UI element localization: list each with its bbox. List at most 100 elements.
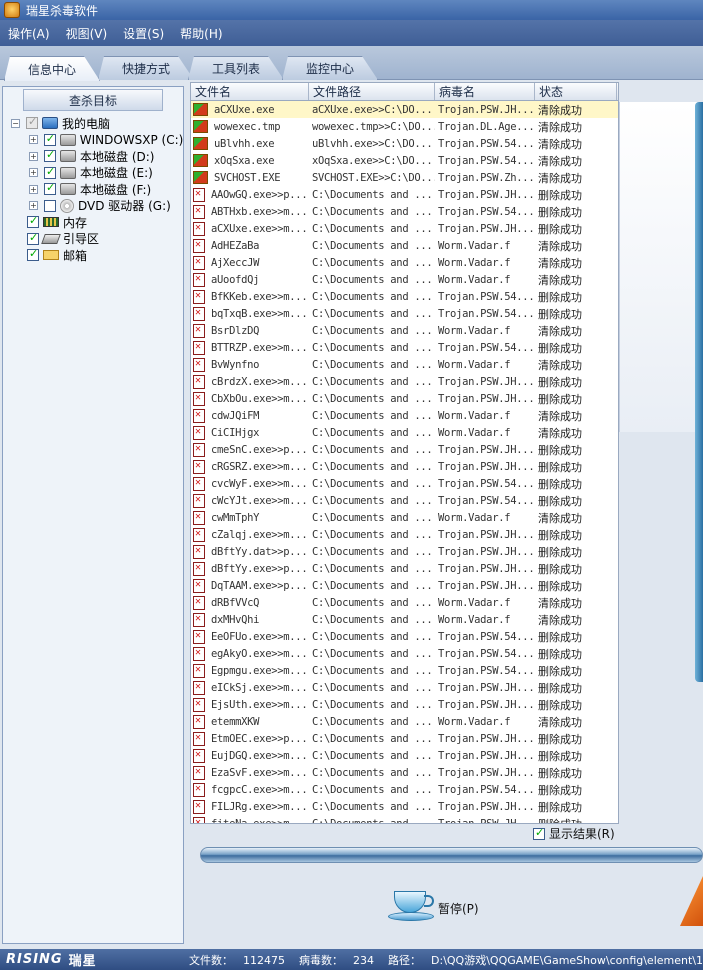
table-row[interactable]: AAOwGQ.exe>>p...C:\Documents and ... Troj… xyxy=(191,186,618,203)
status-cell: 删除成功 xyxy=(538,749,582,763)
tree-item[interactable]: 内存 xyxy=(3,214,183,231)
table-row[interactable]: BvWynfnoC:\Documents and ... Worm.Vadar.f… xyxy=(191,356,618,373)
tree-item[interactable]: + 本地磁盘 (D:) xyxy=(3,148,183,165)
table-row[interactable]: fcgpcC.exe>>m...C:\Documents and ... Troj… xyxy=(191,781,618,798)
table-row[interactable]: FILJRg.exe>>m...C:\Documents and ... Troj… xyxy=(191,798,618,815)
table-row[interactable]: aCXUxe.exe aCXUxe.exe>>C:\DO... Trojan.PSW… xyxy=(191,101,618,118)
dvd-icon xyxy=(60,198,74,213)
menu-help[interactable]: 帮助(H) xyxy=(180,25,222,42)
virus-name-cell: Worm.Vadar.f xyxy=(438,596,511,609)
column-status[interactable]: 状态 xyxy=(535,83,617,100)
table-row[interactable]: cBrdzX.exe>>m...C:\Documents and ... Troj… xyxy=(191,373,618,390)
tree-checkbox[interactable] xyxy=(27,247,39,262)
table-row[interactable]: dRBfVVcQC:\Documents and ... Worm.Vadar.f… xyxy=(191,594,618,611)
expand-icon[interactable]: + xyxy=(29,151,38,161)
table-row[interactable]: aUoofdQjC:\Documents and ... Worm.Vadar.f… xyxy=(191,271,618,288)
file-name-cell: aCXUxe.exe>>m... xyxy=(191,221,309,236)
table-row[interactable]: BTTRZP.exe>>m...C:\Documents and ... Troj… xyxy=(191,339,618,356)
tree-item-label: 邮箱 xyxy=(63,248,88,263)
column-file-name[interactable]: 文件名 xyxy=(191,83,309,100)
tree-item[interactable]: + WINDOWSXP (C:) xyxy=(3,132,183,149)
deleted-file-icon xyxy=(193,238,205,253)
table-row[interactable]: EzaSvF.exe>>m...C:\Documents and ... Troj… xyxy=(191,764,618,781)
table-row[interactable]: cZalqj.exe>>m...C:\Documents and ... Troj… xyxy=(191,526,618,543)
table-row[interactable]: uBlvhh.exe uBlvhh.exe>>C:\DO... Trojan.PSW… xyxy=(191,135,618,152)
expand-icon[interactable]: + xyxy=(29,135,38,145)
table-row[interactable]: bqTxqB.exe>>m...C:\Documents and ... Troj… xyxy=(191,305,618,322)
show-results-checkbox[interactable] xyxy=(533,826,545,840)
table-row[interactable]: CbXbOu.exe>>m...C:\Documents and ... Troj… xyxy=(191,390,618,407)
status-cell: 删除成功 xyxy=(538,460,582,474)
virus-name-cell: Worm.Vadar.f xyxy=(438,613,511,626)
tree-item[interactable]: 引导区 xyxy=(3,231,183,248)
table-row[interactable]: etemmXKWC:\Documents and ... Worm.Vadar.f… xyxy=(191,713,618,730)
tab-monitor-center[interactable]: 监控中心 xyxy=(282,56,378,80)
tree-checkbox[interactable] xyxy=(44,181,56,196)
table-row[interactable]: cvcWyF.exe>>m...C:\Documents and ... Troj… xyxy=(191,475,618,492)
table-row[interactable]: CiCIHjgxC:\Documents and ... Worm.Vadar.f… xyxy=(191,424,618,441)
table-row[interactable]: EtmOEC.exe>>p...C:\Documents and ... Troj… xyxy=(191,730,618,747)
tree-item[interactable]: + DVD 驱动器 (G:) xyxy=(3,198,183,215)
table-row[interactable]: egAkyO.exe>>m...C:\Documents and ... Troj… xyxy=(191,645,618,662)
table-row[interactable]: cRGSRZ.exe>>m...C:\Documents and ... Troj… xyxy=(191,458,618,475)
tree-item[interactable]: 邮箱 xyxy=(3,247,183,264)
table-row[interactable]: dBftYy.exe>>p...C:\Documents and ... Troj… xyxy=(191,560,618,577)
expand-icon[interactable]: + xyxy=(29,184,38,194)
expand-icon[interactable]: + xyxy=(29,201,38,211)
column-file-path[interactable]: 文件路径 xyxy=(309,83,435,100)
file-name-cell: EeOFUo.exe>>m... xyxy=(191,629,309,644)
expand-icon[interactable]: + xyxy=(29,168,38,178)
table-row[interactable]: AdHEZaBaC:\Documents and ... Worm.Vadar.f… xyxy=(191,237,618,254)
column-virus-name[interactable]: 病毒名 xyxy=(435,83,535,100)
table-row[interactable]: EujDGQ.exe>>m...C:\Documents and ... Troj… xyxy=(191,747,618,764)
table-row[interactable]: xOqSxa.exe xOqSxa.exe>>C:\DO... Trojan.PSW… xyxy=(191,152,618,169)
table-row[interactable]: EjsUth.exe>>m...C:\Documents and ... Troj… xyxy=(191,696,618,713)
status-cell: 删除成功 xyxy=(538,783,582,797)
file-name-cell: cmeSnC.exe>>p... xyxy=(191,442,309,457)
tree-checkbox[interactable] xyxy=(26,115,38,130)
scan-results-list[interactable]: 文件名 文件路径 病毒名 状态 aCXUxe.exe aCXUxe.exe>>C:… xyxy=(190,82,619,824)
tree-checkbox[interactable] xyxy=(43,132,56,146)
table-row[interactable]: cWcYJt.exe>>m...C:\Documents and ... Troj… xyxy=(191,492,618,509)
table-row[interactable]: cdwJQiFMC:\Documents and ... Worm.Vadar.f… xyxy=(191,407,618,424)
tab-info-center[interactable]: 信息中心 xyxy=(4,56,100,81)
menu-view[interactable]: 视图(V) xyxy=(66,25,108,42)
table-row[interactable]: cwMmTphYC:\Documents and ... Worm.Vadar.f… xyxy=(191,509,618,526)
stop-cone-icon[interactable] xyxy=(680,876,703,926)
table-row[interactable]: DqTAAM.exe>>p...C:\Documents and ... Troj… xyxy=(191,577,618,594)
show-results-toggle[interactable]: 显示结果(R) xyxy=(533,825,615,842)
table-row[interactable]: EeOFUo.exe>>m...C:\Documents and ... Troj… xyxy=(191,628,618,645)
tree-checkbox[interactable] xyxy=(27,231,39,245)
tree-checkbox[interactable] xyxy=(44,148,56,163)
table-row[interactable]: dBftYy.dat>>p...C:\Documents and ... Troj… xyxy=(191,543,618,560)
table-row[interactable]: ABTHxb.exe>>m...C:\Documents and ... Troj… xyxy=(191,203,618,220)
table-row[interactable]: SVCHOST.EXE SVCHOST.EXE>>C:\DO... Trojan.P… xyxy=(191,169,618,186)
table-row[interactable]: cmeSnC.exe>>p...C:\Documents and ... Troj… xyxy=(191,441,618,458)
menu-settings[interactable]: 设置(S) xyxy=(123,25,164,42)
table-row[interactable]: wowexec.tmp wowexec.tmp>>C:\DO... Trojan.D… xyxy=(191,118,618,135)
table-row[interactable]: eICkSj.exe>>m...C:\Documents and ... Troj… xyxy=(191,679,618,696)
table-row[interactable]: dxMHvQhiC:\Documents and ... Worm.Vadar.f… xyxy=(191,611,618,628)
virus-name-cell: Trojan.PSW.54... xyxy=(438,154,535,167)
pause-button[interactable]: 暂停(P) xyxy=(388,885,479,923)
table-row[interactable]: fiteNa.exe>>m...C:\Documents and ... Troj… xyxy=(191,815,618,823)
table-row[interactable]: Egpmgu.exe>>m...C:\Documents and ... Troj… xyxy=(191,662,618,679)
tree-checkbox[interactable] xyxy=(27,214,39,229)
tree-checkbox[interactable] xyxy=(44,165,56,179)
table-row[interactable]: BsrDlzDQC:\Documents and ... Worm.Vadar.f… xyxy=(191,322,618,339)
tree-checkbox[interactable] xyxy=(44,199,56,212)
tab-shortcuts[interactable]: 快捷方式 xyxy=(98,56,194,80)
tree-item[interactable]: + 本地磁盘 (E:) xyxy=(3,165,183,182)
table-row[interactable]: AjXeccJWC:\Documents and ... Worm.Vadar.f… xyxy=(191,254,618,271)
tree-item[interactable]: − 我的电脑 xyxy=(3,115,183,132)
exe-file-icon xyxy=(193,154,208,167)
collapse-icon[interactable]: − xyxy=(11,118,20,128)
show-results-label: 显示结果(R) xyxy=(549,827,615,841)
file-name-cell: DqTAAM.exe>>p... xyxy=(191,578,309,593)
menu-operate[interactable]: 操作(A) xyxy=(8,25,50,42)
tab-tool-list[interactable]: 工具列表 xyxy=(188,56,284,80)
table-row[interactable]: BfKKeb.exe>>m...C:\Documents and ... Troj… xyxy=(191,288,618,305)
tree-item[interactable]: + 本地磁盘 (F:) xyxy=(3,181,183,198)
file-path-cell: C:\Documents and ... xyxy=(312,579,433,592)
table-row[interactable]: aCXUxe.exe>>m...C:\Documents and ... Troj… xyxy=(191,220,618,237)
